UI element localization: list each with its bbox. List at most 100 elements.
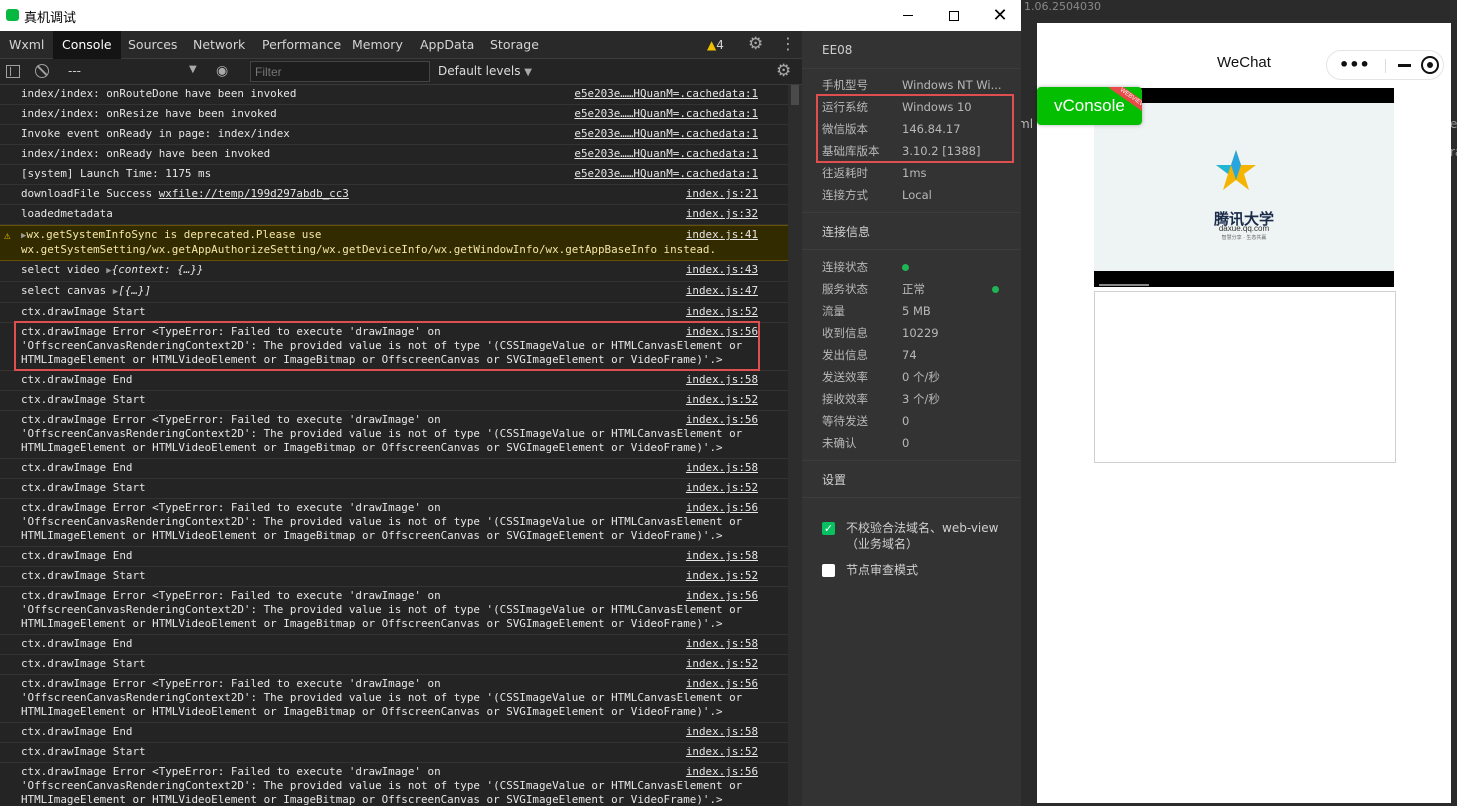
more-icon[interactable]: ••• bbox=[1339, 55, 1370, 74]
checkbox-checked-icon[interactable]: ✓ bbox=[822, 522, 835, 535]
console-scrollbar[interactable] bbox=[788, 85, 802, 806]
edge-fragment: e bbox=[1450, 117, 1457, 131]
source-link[interactable]: index.js:56 bbox=[681, 501, 758, 515]
source-link[interactable]: index.js:58 bbox=[681, 637, 758, 651]
console-row: ctx.drawImage Start index.js:52 bbox=[0, 567, 788, 587]
source-link[interactable]: index.js:58 bbox=[681, 373, 758, 387]
tencent-university-logo-icon bbox=[1216, 150, 1256, 190]
menu-capsule[interactable]: ••• bbox=[1326, 50, 1444, 80]
source-link[interactable]: index.js:32 bbox=[681, 207, 758, 221]
tab-storage[interactable]: Storage bbox=[481, 31, 548, 59]
console-message: ctx.drawImage End bbox=[21, 549, 761, 563]
console-message-text: index/index: onResize have been invoked bbox=[21, 107, 277, 120]
source-link[interactable]: index.js:52 bbox=[681, 657, 758, 671]
warning-icon: ▲ bbox=[707, 38, 717, 52]
tab-wxml[interactable]: Wxml bbox=[0, 31, 53, 59]
skip-domain-check-label: 不校验合法域名、web-view（业务域名） bbox=[846, 521, 999, 551]
source-link[interactable]: index.js:41 bbox=[681, 228, 758, 242]
tab-network[interactable]: Network bbox=[184, 31, 254, 59]
source-link[interactable]: e5e203e……HQuanM=.cachedata:1 bbox=[570, 87, 758, 101]
console-row: ctx.drawImage Start index.js:52 bbox=[0, 391, 788, 411]
vconsole-button[interactable]: vConsole WEBVIEW bbox=[1037, 87, 1142, 125]
window-title: 真机调试 bbox=[24, 11, 77, 26]
object-preview[interactable]: {context: {…}} bbox=[112, 263, 204, 276]
settings-gear-icon[interactable]: ⚙ bbox=[748, 34, 768, 54]
video-progress[interactable] bbox=[1099, 284, 1149, 286]
console-message-text: ctx.drawImage Start bbox=[21, 745, 146, 758]
source-link[interactable]: index.js:47 bbox=[681, 284, 758, 298]
console-message: ctx.drawImage Error <TypeError: Failed t… bbox=[21, 501, 761, 543]
device-id: EE08 bbox=[802, 31, 1021, 69]
more-vertical-icon[interactable]: ⋮ bbox=[780, 34, 796, 54]
context-selector[interactable]: --- bbox=[68, 64, 81, 78]
source-link[interactable]: index.js:52 bbox=[681, 745, 758, 759]
live-expression-eye-icon[interactable]: ◉ bbox=[216, 63, 228, 79]
console-row: index/index: onReady have been invoked e5… bbox=[0, 145, 788, 165]
log-levels-dropdown[interactable]: Default levels ▼ bbox=[438, 64, 532, 78]
info-row: 未确认 0 bbox=[802, 432, 1021, 454]
console-message: ctx.drawImage Start bbox=[21, 481, 761, 495]
minimize-button[interactable] bbox=[885, 0, 931, 31]
skip-domain-check-option[interactable]: ✓ 不校验合法域名、web-view（业务域名） bbox=[802, 520, 1021, 552]
devtools-tabs: Wxml Console Sources Network Performance… bbox=[0, 31, 802, 59]
maximize-button[interactable] bbox=[931, 0, 977, 31]
source-link[interactable]: index.js:56 bbox=[681, 413, 758, 427]
info-key: 未确认 bbox=[822, 436, 857, 450]
source-link[interactable]: e5e203e……HQuanM=.cachedata:1 bbox=[570, 127, 758, 141]
simulator-version: 1.06.2504030 bbox=[1024, 0, 1101, 13]
clear-console-icon[interactable] bbox=[35, 64, 49, 78]
source-link[interactable]: e5e203e……HQuanM=.cachedata:1 bbox=[570, 147, 758, 161]
sidebar-toggle-icon[interactable] bbox=[6, 65, 20, 78]
console-settings-gear-icon[interactable]: ⚙ bbox=[776, 61, 791, 81]
source-link[interactable]: e5e203e……HQuanM=.cachedata:1 bbox=[570, 107, 758, 121]
tab-appdata[interactable]: AppData bbox=[411, 31, 483, 59]
console-message-text: ctx.drawImage Start bbox=[21, 393, 146, 406]
source-link[interactable]: index.js:52 bbox=[681, 393, 758, 407]
chevron-down-icon[interactable]: ▼ bbox=[189, 64, 197, 75]
object-preview[interactable]: [{…}] bbox=[118, 284, 151, 297]
console-log: index/index: onRouteDone have been invok… bbox=[0, 85, 788, 806]
console-message: ctx.drawImage End bbox=[21, 637, 761, 651]
console-message-text: ctx.drawImage End bbox=[21, 725, 133, 738]
close-target-icon[interactable] bbox=[1421, 56, 1439, 74]
source-link[interactable]: index.js:58 bbox=[681, 549, 758, 563]
video-slogan: 智慧分享 · 生态共赢 bbox=[1221, 235, 1267, 241]
console-message: ctx.drawImage Start bbox=[21, 305, 761, 319]
source-link[interactable]: index.js:52 bbox=[681, 305, 758, 319]
info-key: 等待发送 bbox=[822, 414, 868, 428]
checkbox-icon[interactable] bbox=[822, 564, 835, 577]
scrollbar-thumb[interactable] bbox=[791, 85, 799, 105]
info-key: 服务状态 bbox=[822, 282, 868, 296]
console-row: loadedmetadata index.js:32 bbox=[0, 205, 788, 225]
warning-counter[interactable]: ▲4 bbox=[707, 31, 724, 59]
title-bar[interactable]: 真机调试 ✕ bbox=[0, 0, 1021, 31]
console-message: select canvas ▶[{…}] bbox=[21, 284, 761, 299]
console-row: ctx.drawImage Error <TypeError: Failed t… bbox=[0, 587, 788, 635]
tab-memory[interactable]: Memory bbox=[343, 31, 412, 59]
minimize-icon[interactable] bbox=[1398, 64, 1411, 67]
console-message-text: ctx.drawImage End bbox=[21, 461, 133, 474]
info-row: 连接方式 Local bbox=[802, 184, 1021, 206]
source-link[interactable]: index.js:52 bbox=[681, 481, 758, 495]
source-link[interactable]: index.js:21 bbox=[681, 187, 758, 201]
node-inspect-option[interactable]: 节点审查模式 bbox=[802, 562, 1021, 578]
filter-input[interactable] bbox=[250, 61, 430, 82]
tab-performance[interactable]: Performance bbox=[253, 31, 350, 59]
tab-sources[interactable]: Sources bbox=[119, 31, 186, 59]
source-link[interactable]: e5e203e……HQuanM=.cachedata:1 bbox=[570, 167, 758, 181]
source-link[interactable]: index.js:56 bbox=[681, 677, 758, 691]
source-link[interactable]: index.js:52 bbox=[681, 569, 758, 583]
tab-console[interactable]: Console bbox=[53, 31, 121, 59]
file-link[interactable]: wxfile://temp/199d297abdb_cc3 bbox=[159, 187, 349, 200]
source-link[interactable]: index.js:56 bbox=[681, 589, 758, 603]
console-row: ctx.drawImage End index.js:58 bbox=[0, 723, 788, 743]
source-link[interactable]: index.js:56 bbox=[681, 765, 758, 779]
console-toolbar: --- ▼ ◉ Default levels ▼ ⚙ bbox=[0, 59, 802, 85]
maximize-icon bbox=[949, 10, 959, 21]
console-message: ctx.drawImage Start bbox=[21, 393, 761, 407]
source-link[interactable]: index.js:58 bbox=[681, 725, 758, 739]
source-link[interactable]: index.js:58 bbox=[681, 461, 758, 475]
console-message-text: [system] Launch Time: 1175 ms bbox=[21, 167, 212, 180]
source-link[interactable]: index.js:43 bbox=[681, 263, 758, 277]
close-button[interactable]: ✕ bbox=[977, 0, 1023, 31]
